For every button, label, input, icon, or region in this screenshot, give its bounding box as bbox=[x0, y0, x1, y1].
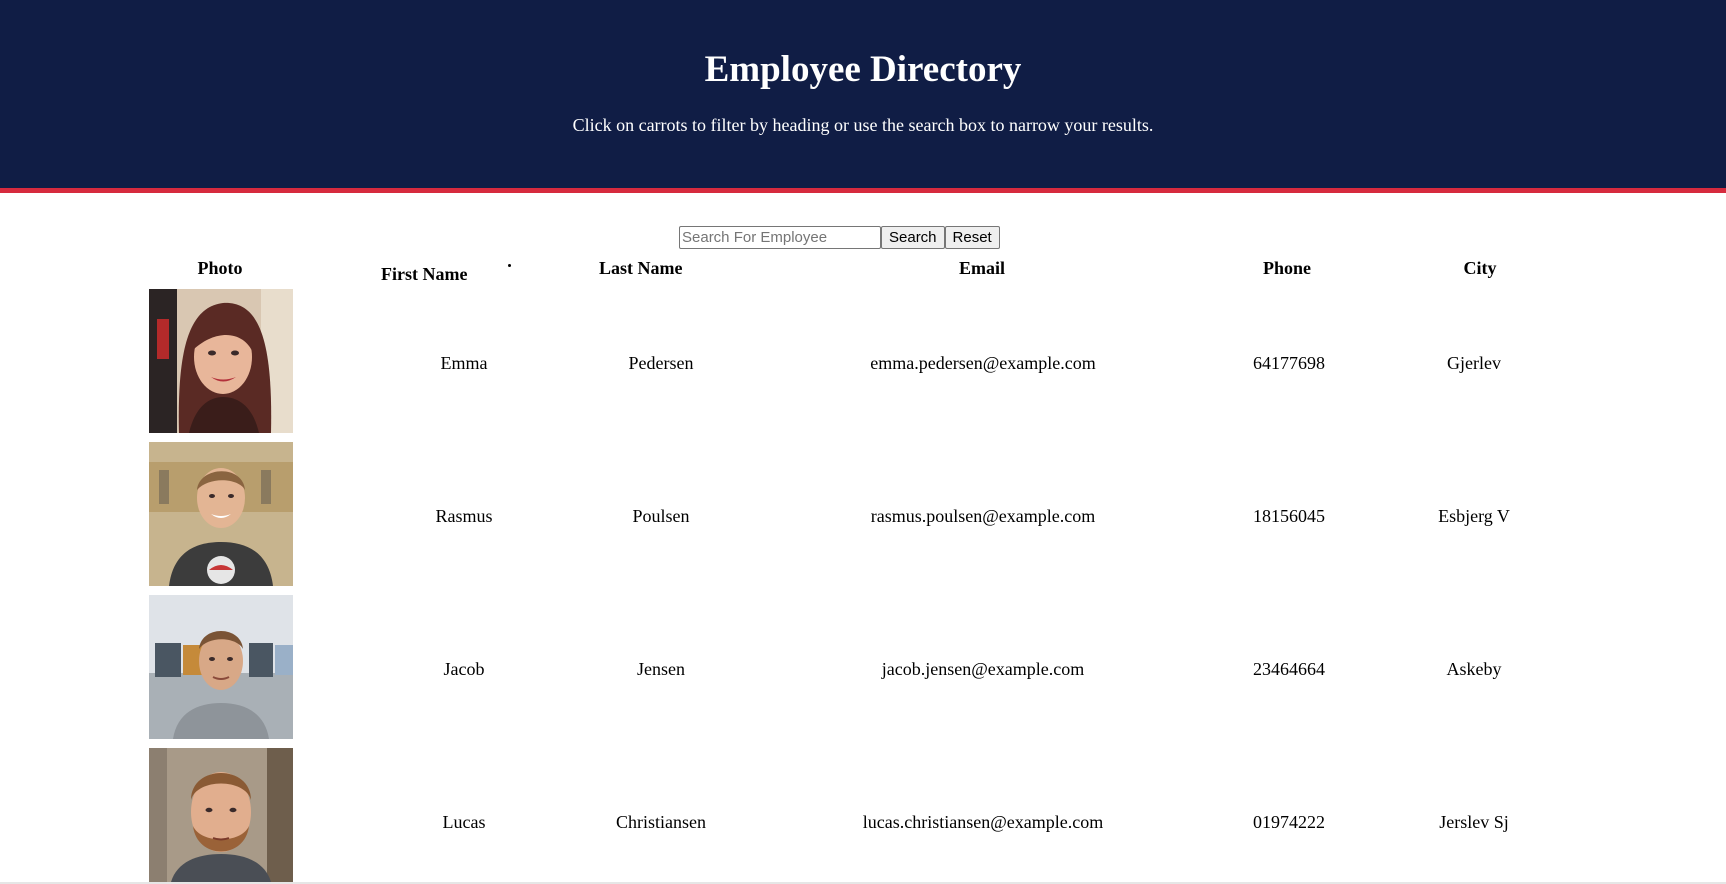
cell-last-name: Jensen bbox=[637, 659, 685, 679]
column-header-last-name[interactable]: Last Name bbox=[599, 258, 683, 279]
search-button[interactable]: Search bbox=[881, 226, 945, 249]
cell-phone: 18156045 bbox=[1253, 506, 1325, 526]
employee-photo bbox=[149, 748, 293, 882]
page-title: Employee Directory bbox=[704, 49, 1022, 90]
sort-caret-icon[interactable] bbox=[508, 264, 511, 267]
cell-first-name: Emma bbox=[440, 353, 488, 373]
cell-phone: 23464664 bbox=[1253, 659, 1325, 679]
cell-first-name: Jacob bbox=[443, 659, 485, 679]
cell-first-name: Rasmus bbox=[435, 506, 493, 526]
reset-button[interactable]: Reset bbox=[944, 226, 1000, 249]
page-subtitle: Click on carrots to filter by heading or… bbox=[572, 115, 1154, 135]
employee-photo bbox=[149, 595, 293, 739]
column-header-email[interactable]: Email bbox=[959, 258, 1005, 279]
column-header-first-name[interactable]: First Name bbox=[381, 264, 467, 285]
cell-email: jacob.jensen@example.com bbox=[881, 659, 1085, 679]
cell-phone: 64177698 bbox=[1253, 353, 1325, 373]
column-header-phone[interactable]: Phone bbox=[1263, 258, 1311, 279]
cell-last-name: Poulsen bbox=[632, 506, 690, 526]
cell-email: lucas.christiansen@example.com bbox=[862, 812, 1104, 832]
cell-city: Esbjerg V bbox=[1438, 506, 1510, 526]
cell-phone: 01974222 bbox=[1253, 812, 1325, 832]
page-header: Employee Directory Click on carrots to f… bbox=[0, 0, 1726, 193]
search-bar: Search Reset bbox=[679, 226, 1000, 249]
cell-email: emma.pedersen@example.com bbox=[870, 353, 1096, 373]
cell-first-name: Lucas bbox=[442, 812, 486, 832]
column-header-city[interactable]: City bbox=[1464, 258, 1497, 279]
cell-last-name: Pedersen bbox=[628, 353, 694, 373]
cell-city: Jerslev Sj bbox=[1439, 812, 1509, 832]
column-header-photo: Photo bbox=[197, 258, 243, 278]
employee-photo bbox=[149, 289, 293, 433]
cell-last-name: Christiansen bbox=[616, 812, 706, 832]
cell-city: Askeby bbox=[1446, 659, 1502, 679]
search-input[interactable] bbox=[679, 226, 881, 249]
cell-city: Gjerlev bbox=[1447, 353, 1501, 373]
cell-email: rasmus.poulsen@example.com bbox=[870, 506, 1096, 526]
employee-photo bbox=[149, 442, 293, 586]
